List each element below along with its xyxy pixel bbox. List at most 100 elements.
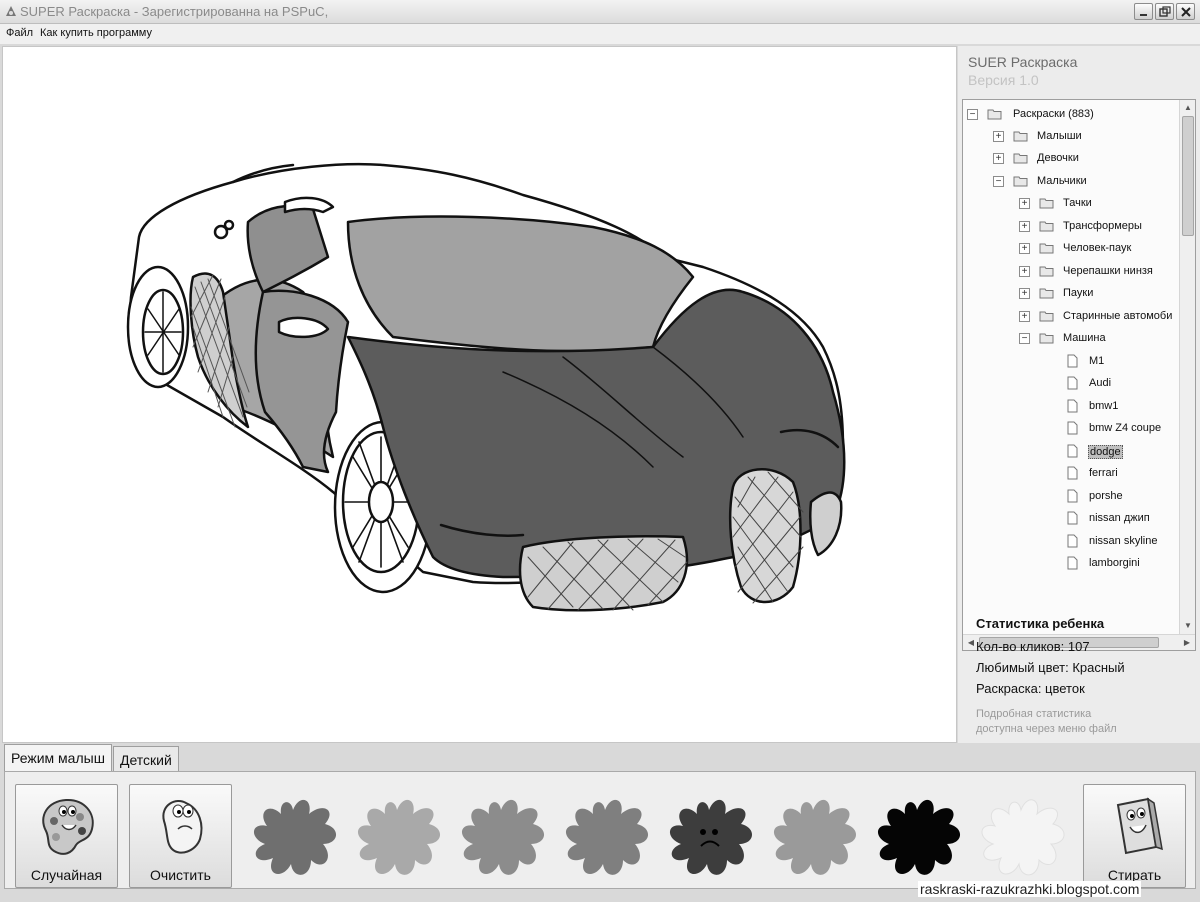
minimize-icon [1140, 14, 1147, 16]
blank-face-icon [162, 800, 203, 854]
paint-splat-7[interactable] [867, 788, 967, 888]
erase-button[interactable]: Стирать [1083, 784, 1186, 888]
folder-icon [1039, 198, 1054, 209]
tree-item-label: Девочки [1037, 152, 1079, 164]
tree-vertical-scroll-thumb[interactable] [1182, 116, 1194, 236]
expand-icon[interactable]: + [1019, 311, 1030, 322]
paint-splat-2[interactable] [347, 788, 447, 888]
tree-item-label: Мальчики [1037, 175, 1087, 187]
sports-car-picture[interactable] [3, 47, 956, 742]
file-icon [1067, 556, 1078, 570]
stats-clicks: Кол-во кликов: 107 [976, 639, 1090, 654]
folder-icon [1013, 153, 1028, 164]
paint-splat-6[interactable] [763, 788, 863, 888]
expand-icon[interactable]: + [1019, 243, 1030, 254]
tree-item-label: Тачки [1063, 197, 1092, 209]
palette-face-icon [42, 798, 94, 855]
tool-palette: Случайная Очистить Стирать [4, 771, 1196, 889]
folder-icon [1039, 243, 1054, 254]
file-icon [1067, 354, 1078, 368]
folder-icon [1039, 266, 1054, 277]
expand-icon[interactable]: + [1019, 198, 1030, 209]
tree-item-label: porshe [1089, 490, 1123, 502]
eraser-face-icon [1116, 797, 1163, 855]
maximize-icon [1159, 6, 1171, 17]
stats-note-line2: доступна через меню файл [976, 723, 1117, 735]
folder-icon [1013, 176, 1028, 187]
file-icon [1067, 376, 1078, 390]
tree-item-label: ferrari [1089, 467, 1118, 479]
folder-icon [1039, 288, 1054, 299]
collapse-icon[interactable]: − [967, 109, 978, 120]
right-panel: SUER Раскраска Версия 1.0 − Раскраски (8… [958, 46, 1200, 743]
app-name: SUER Раскраска [968, 54, 1078, 70]
paint-splat-8[interactable] [971, 788, 1071, 888]
tree-item-label: Audi [1089, 377, 1112, 389]
expand-icon[interactable]: + [993, 131, 1004, 142]
scroll-up-icon[interactable]: ▲ [1181, 101, 1195, 115]
file-icon [1067, 399, 1078, 413]
window-title: SUPER Раскраска - Зарегистрированна на P… [20, 4, 329, 19]
tree-item-label: Черепашки нинзя [1063, 265, 1153, 277]
expand-icon[interactable]: + [993, 153, 1004, 164]
paint-splat-1[interactable] [243, 788, 343, 888]
clear-label: Очистить [150, 867, 211, 883]
file-icon [1067, 534, 1078, 548]
tree-item-label: Машина [1063, 332, 1106, 344]
tree-item-label: Малыши [1037, 130, 1082, 142]
folder-icon [987, 109, 1002, 120]
expand-icon[interactable]: + [1019, 288, 1030, 299]
collapse-icon[interactable]: − [1019, 333, 1030, 344]
tree-item-label: bmw Z4 coupe [1089, 422, 1162, 434]
title-bar: SUPER Раскраска - Зарегистрированна на P… [0, 0, 1200, 24]
coloring-canvas[interactable] [2, 46, 957, 743]
tree-item-label: nissan джип [1089, 512, 1150, 524]
random-label: Случайная [30, 867, 103, 883]
minimize-button[interactable] [1134, 3, 1153, 20]
scroll-right-icon[interactable]: ▶ [1180, 636, 1194, 650]
stats-title: Статистика ребенка [976, 616, 1105, 631]
paint-splat-3[interactable] [451, 788, 551, 888]
close-button[interactable] [1176, 3, 1195, 20]
mode-tabs: Режим малыш Детский [0, 744, 1200, 772]
close-icon [1181, 7, 1191, 17]
expand-icon[interactable]: + [1019, 221, 1030, 232]
file-icon [1067, 421, 1078, 435]
tree-item-label: Старинные автомоби [1063, 310, 1173, 322]
tree-item-label: Человек-паук [1063, 242, 1132, 254]
file-icon [1067, 466, 1078, 480]
folder-icon [1039, 311, 1054, 322]
menu-how-to-buy[interactable]: Как купить программу [40, 27, 152, 39]
menu-bar: Файл Как купить программу [0, 24, 1200, 44]
tree-item-label: Трансформеры [1063, 220, 1142, 232]
tree-vertical-scrollbar[interactable]: ▲ ▼ [1179, 100, 1195, 634]
expand-icon[interactable]: + [1019, 266, 1030, 277]
app-version: Версия 1.0 [968, 72, 1039, 88]
file-icon [1067, 489, 1078, 503]
tree-item-label: Пауки [1063, 287, 1094, 299]
tree-item-label-selected: dodge [1088, 445, 1123, 459]
scroll-down-icon[interactable]: ▼ [1181, 619, 1195, 633]
tab-kids-mode[interactable]: Детский [113, 746, 179, 772]
stats-coloring: Раскраска: цветок [976, 681, 1085, 696]
random-button[interactable]: Случайная [15, 784, 118, 888]
folder-icon [1039, 221, 1054, 232]
maximize-button[interactable] [1155, 3, 1174, 20]
menu-file[interactable]: Файл [6, 27, 33, 39]
tree-item-label: M1 [1089, 355, 1105, 367]
app-icon [6, 6, 16, 16]
watermark: raskraski-razukrazhki.blogspot.com [918, 881, 1142, 897]
file-icon [1067, 444, 1078, 458]
file-icon [1067, 511, 1078, 525]
catalog-tree[interactable]: − Раскраски (883) + Малыши + Девочки − М… [962, 99, 1196, 651]
clear-button[interactable]: Очистить [129, 784, 232, 888]
paint-splat-4[interactable] [555, 788, 655, 888]
stats-favorite-color: Любимый цвет: Красный [976, 660, 1125, 675]
paint-splat-5-selected[interactable] [659, 788, 759, 888]
tree-item-label: bmw1 [1089, 400, 1119, 412]
collapse-icon[interactable]: − [993, 176, 1004, 187]
stats-note-line1: Подробная статистика [976, 708, 1092, 720]
tree-item-label: nissan skyline [1089, 535, 1158, 547]
folder-icon [1013, 131, 1028, 142]
tab-baby-mode[interactable]: Режим малыш [4, 744, 112, 772]
